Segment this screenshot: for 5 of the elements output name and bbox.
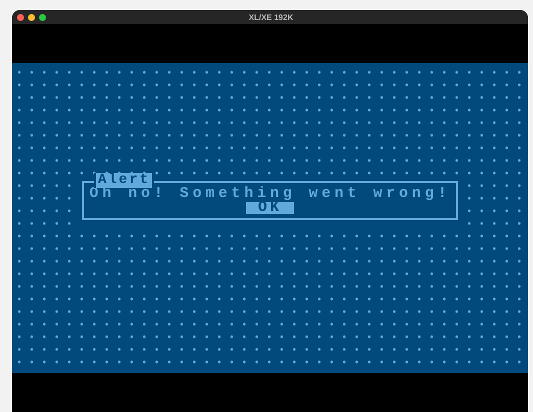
- window-title: XL/XE 192K: [248, 12, 294, 22]
- zoom-icon[interactable]: [39, 14, 46, 20]
- minimize-icon[interactable]: [28, 14, 35, 20]
- alert-title: Alert: [94, 173, 154, 188]
- close-icon[interactable]: [17, 14, 24, 20]
